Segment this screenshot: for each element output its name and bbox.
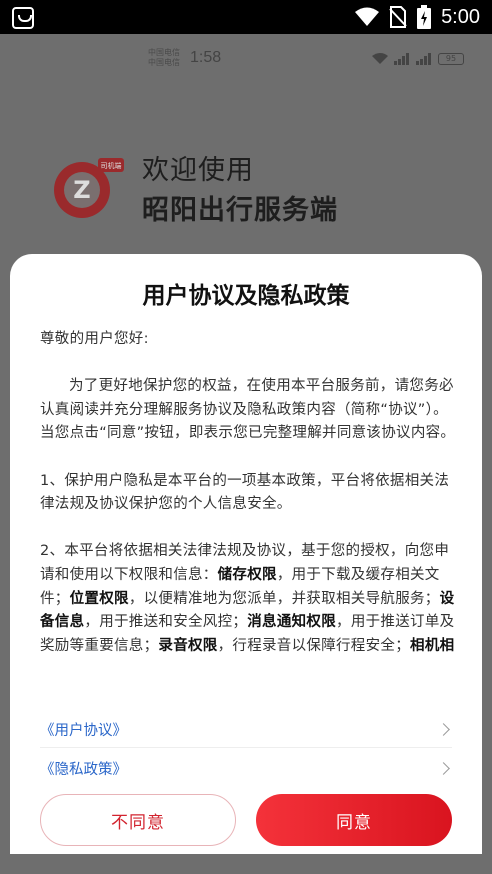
privacy-policy-link[interactable]: 《隐私政策》	[40, 750, 452, 786]
dialog-title: 用户协议及隐私政策	[142, 283, 350, 309]
no-sim-icon	[389, 6, 407, 28]
privacy-dialog: 用户协议及隐私政策 尊敬的用户您好: 为了更好地保护您的权益，在使用本平台服务前…	[10, 254, 482, 854]
zhaoyang-logo-icon: Z 司机端	[54, 158, 124, 218]
user-agreement-label: 《用户协议》	[40, 723, 127, 739]
battery-icon: 95	[438, 53, 464, 65]
welcome-heading: 欢迎使用	[142, 155, 254, 186]
carrier-labels: 中国电信 中国电信	[148, 48, 180, 67]
agreement-content-scroll[interactable]: 尊敬的用户您好: 为了更好地保护您的权益，在使用本平台服务前，请您务必认真阅读并…	[40, 328, 458, 658]
system-status-icons: 5:00	[355, 0, 480, 34]
intro-paragraph: 为了更好地保护您的权益，在使用本平台服务前，请您务必认真阅读并充分理解服务协议及…	[40, 378, 456, 442]
chevron-right-icon	[437, 723, 450, 736]
system-status-bar: 5:00	[0, 0, 492, 34]
wifi-icon	[372, 53, 388, 64]
disagree-button[interactable]: 不同意	[40, 794, 236, 846]
app-name-heading: 昭阳出行服务端	[142, 195, 338, 226]
battery-charging-icon	[417, 5, 432, 29]
signal-icon	[394, 53, 409, 65]
welcome-brand: Z 司机端 欢迎使用 昭阳出行服务端	[50, 144, 450, 234]
svg-text:Z: Z	[73, 176, 90, 204]
app-notification-icon	[12, 7, 34, 29]
inner-status-bar: 中国电信 中国电信 1:58 95	[0, 34, 492, 94]
privacy-policy-label: 《隐私政策》	[40, 761, 127, 778]
user-agreement-link[interactable]: 《用户协议》	[40, 712, 452, 748]
svg-text:司机端: 司机端	[101, 161, 122, 170]
inner-status-icons: 95	[372, 53, 464, 65]
inner-clock: 1:58	[190, 49, 222, 66]
agree-button[interactable]: 同意	[256, 794, 452, 846]
privacy-policy-paragraph: 1、保护用户隐私是本平台的一项基本政策，平台将依据相关法律法规及协议保护您的个人…	[40, 472, 450, 513]
wifi-icon	[355, 7, 380, 26]
system-clock: 5:00	[441, 5, 480, 28]
chevron-right-icon	[437, 761, 450, 775]
signal-icon	[416, 53, 431, 65]
permissions-paragraph: 2、本平台将依据相关法律法规及协议，基于您的授权，向您申请和使用以下权限和信息：…	[40, 543, 455, 654]
greeting-text: 尊敬的用户您好:	[40, 331, 149, 347]
